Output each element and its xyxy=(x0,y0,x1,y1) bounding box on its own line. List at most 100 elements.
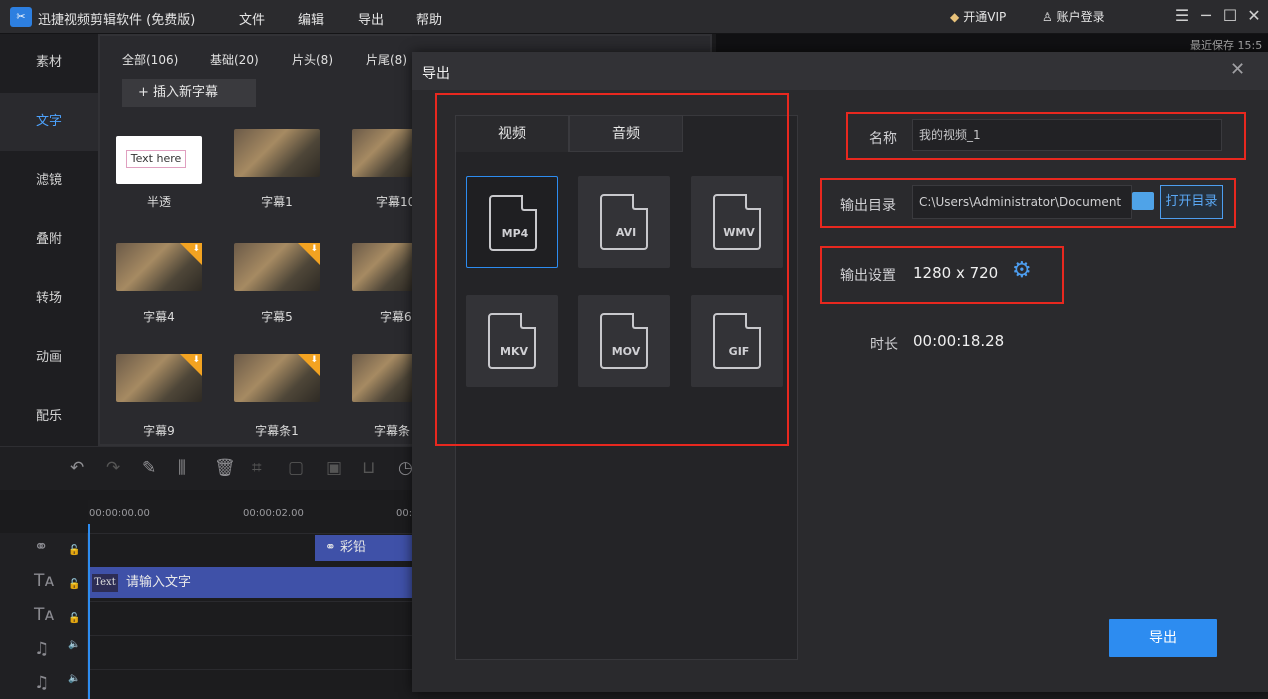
volume-icon[interactable]: 🔈 xyxy=(68,673,80,684)
split-icon[interactable]: ⫼ xyxy=(178,458,186,478)
app-title: 迅捷视频剪辑软件 (免费版) xyxy=(38,13,196,28)
open-dir-button[interactable]: 打开目录 xyxy=(1160,185,1223,219)
nav-animation[interactable]: 动画 xyxy=(0,329,98,387)
track-head: ⚭ 🔓 xyxy=(0,533,88,567)
music-icon: ♫ xyxy=(34,673,50,693)
caption-thumb[interactable]: ⬇ xyxy=(234,243,320,291)
tab-intro[interactable]: 片头(8) xyxy=(292,51,333,68)
caption-label: 半透 xyxy=(146,195,171,209)
menu-file[interactable]: 文件 xyxy=(239,9,265,28)
dialog-title: 导出 xyxy=(422,66,450,82)
nav-filter[interactable]: 滤镜 xyxy=(0,152,98,210)
track-head: ♫ 🔈 xyxy=(0,669,88,699)
playhead[interactable] xyxy=(88,524,90,699)
diamond-icon: ◆ xyxy=(950,10,960,24)
highlight-box xyxy=(435,93,789,446)
caption-thumb[interactable] xyxy=(352,129,414,177)
gear-icon[interactable]: ⚙ xyxy=(1012,258,1032,283)
insert-caption-button[interactable]: + 插入新字幕 xyxy=(122,79,256,107)
clip-label: 彩铅 xyxy=(340,540,367,555)
menu-help[interactable]: 帮助 xyxy=(416,9,442,28)
menu-icon[interactable]: ☰ xyxy=(1172,6,1192,25)
close-icon[interactable]: ✕ xyxy=(1244,6,1264,25)
user-icon: ♙ xyxy=(1042,10,1053,24)
duration-value: 00:00:18.28 xyxy=(913,332,1005,350)
thumb-preview-text: Text here xyxy=(126,150,186,168)
output-dir-input[interactable]: C:\Users\Administrator\Document xyxy=(912,185,1132,219)
overlay-icon: ⚭ xyxy=(34,537,49,557)
track-head: Tᴀ 🔓 xyxy=(0,601,88,635)
caption-thumb[interactable] xyxy=(352,354,414,402)
name-input[interactable]: 我的视频_1 xyxy=(912,119,1222,151)
vip-label: 开通VIP xyxy=(963,10,1007,24)
mosaic-icon[interactable]: ▣ xyxy=(326,458,342,478)
redo-icon[interactable]: ↷ xyxy=(106,458,120,478)
track-head: ♫ 🔈 xyxy=(0,635,88,669)
caption-label: 字幕条1 xyxy=(255,424,299,438)
undo-icon[interactable]: ↶ xyxy=(70,458,84,478)
caption-thumb[interactable] xyxy=(352,243,414,291)
caption-label: 字幕6 xyxy=(380,310,412,324)
lock-icon[interactable]: 🔓 xyxy=(68,545,80,556)
maximize-icon[interactable]: ☐ xyxy=(1220,6,1240,25)
download-icon: ⬇ xyxy=(310,244,318,254)
export-button[interactable]: 导出 xyxy=(1109,619,1217,657)
overlay-icon: ⚭ xyxy=(325,540,336,555)
menu-export[interactable]: 导出 xyxy=(358,9,384,28)
nav-music[interactable]: 配乐 xyxy=(0,388,98,446)
vip-button[interactable]: ◆ 开通VIP xyxy=(950,8,1006,25)
ruler-time: 00: xyxy=(396,508,413,519)
text-clip[interactable]: 请输入文字 xyxy=(90,567,415,598)
crop-icon[interactable]: ⌗ xyxy=(252,458,262,478)
nav-text[interactable]: 文字 xyxy=(0,93,98,151)
lock-icon[interactable]: 🔓 xyxy=(68,613,80,624)
frame-icon[interactable]: ▢ xyxy=(288,458,304,478)
tab-outro[interactable]: 片尾(8) xyxy=(366,51,407,68)
duration-label: 时长 xyxy=(870,337,898,353)
nav-transition[interactable]: 转场 xyxy=(0,270,98,328)
download-icon: ⬇ xyxy=(192,355,200,365)
title-bar: ✂ 迅捷视频剪辑软件 (免费版) 文件 编辑 导出 帮助 ◆ 开通VIP ♙ 账户… xyxy=(0,0,1268,34)
export-dialog: 导出 ✕ 视频 音频 MP4 AVI WMV MKV MOV GIF 名称 我的… xyxy=(412,52,1268,692)
delete-icon[interactable]: 🗑 xyxy=(214,458,236,478)
download-icon: ⬇ xyxy=(310,355,318,365)
left-nav: 素材 文字 滤镜 叠附 转场 动画 配乐 xyxy=(0,34,98,446)
edit-icon[interactable]: ✎ xyxy=(142,458,156,478)
tab-basic[interactable]: 基础(20) xyxy=(210,51,259,68)
folder-icon[interactable] xyxy=(1132,192,1154,210)
nav-overlay[interactable]: 叠附 xyxy=(0,211,98,269)
caption-label: 字幕5 xyxy=(261,310,293,324)
minimize-icon[interactable]: ─ xyxy=(1196,6,1216,25)
text-clip-tag: Text xyxy=(92,574,118,592)
caption-label: 字幕4 xyxy=(143,310,175,324)
nav-material[interactable]: 素材 xyxy=(0,34,98,92)
lock-icon[interactable]: 🔓 xyxy=(68,579,80,590)
text-track-icon: Tᴀ xyxy=(34,571,55,591)
menu-edit[interactable]: 编辑 xyxy=(298,9,324,28)
output-dir-label: 输出目录 xyxy=(840,198,896,214)
last-saved-text: 最近保存 15:5 xyxy=(1190,39,1263,52)
name-label: 名称 xyxy=(869,131,897,147)
audio-icon[interactable]: ⊔ xyxy=(362,458,375,478)
ruler-time: 00:00:00.00 xyxy=(89,508,150,519)
caption-label: 字幕9 xyxy=(143,424,175,438)
caption-label: 字幕1 xyxy=(261,195,293,209)
overlay-clip[interactable]: ⚭ 彩铅 xyxy=(315,535,415,561)
resolution-value: 1280 x 720 xyxy=(913,264,999,282)
ruler-time: 00:00:02.00 xyxy=(243,508,304,519)
caption-thumb[interactable]: ⬇ xyxy=(116,354,202,402)
caption-thumb[interactable] xyxy=(234,129,320,177)
output-settings-label: 输出设置 xyxy=(840,268,896,284)
caption-thumb[interactable]: ⬇ xyxy=(234,354,320,402)
clock-icon[interactable]: ◷ xyxy=(398,458,413,478)
text-track-icon: Tᴀ xyxy=(34,605,55,625)
caption-thumb[interactable]: Text here xyxy=(116,136,202,184)
login-button[interactable]: ♙ 账户登录 xyxy=(1042,8,1105,25)
volume-icon[interactable]: 🔈 xyxy=(68,639,80,650)
app-logo-icon: ✂ xyxy=(10,7,32,27)
caption-label: 字幕10 xyxy=(376,195,414,209)
caption-thumb[interactable]: ⬇ xyxy=(116,243,202,291)
tab-all[interactable]: 全部(106) xyxy=(122,51,178,68)
music-icon: ♫ xyxy=(34,639,50,659)
close-icon[interactable]: ✕ xyxy=(1230,59,1245,80)
